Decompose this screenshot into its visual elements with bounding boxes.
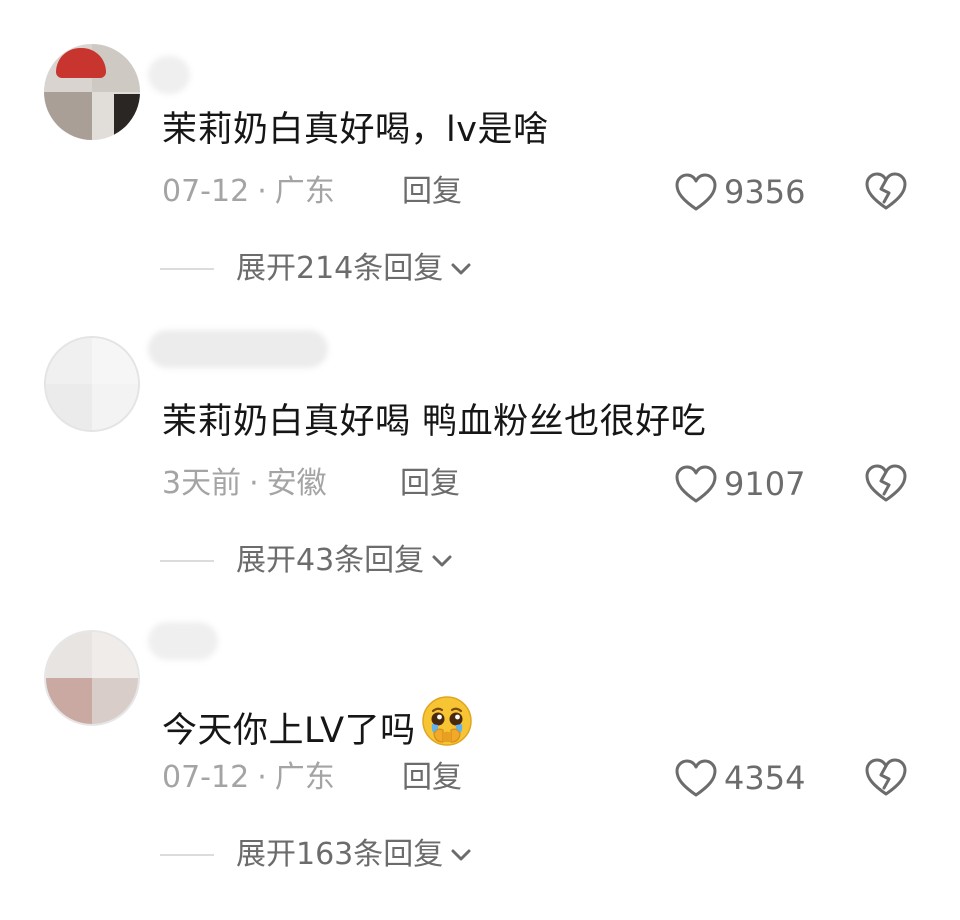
expand-replies-label: 展开43条回复 (236, 543, 425, 578)
comment-text: 茉莉奶白真好喝，lv是啥 (162, 110, 549, 150)
comment-date: 3天前 (162, 466, 242, 501)
username-blurred[interactable] (148, 330, 328, 368)
like-count: 9107 (724, 465, 806, 503)
heart-outline-icon (675, 759, 717, 797)
heart-outline-icon (675, 465, 717, 503)
comment-item: 茉莉奶白真好喝，lv是啥 07-12 · 广东 回复 9356 展开214条回复 (0, 44, 960, 334)
like-button[interactable]: 9107 (674, 460, 805, 508)
like-button[interactable]: 4354 (674, 754, 805, 802)
meta-separator: · (257, 174, 267, 209)
chevron-down-icon (451, 849, 471, 861)
reply-button[interactable]: 回复 (402, 758, 462, 798)
like-button[interactable]: 9356 (674, 168, 805, 216)
meta-separator: · (249, 466, 259, 501)
dislike-button[interactable] (864, 170, 908, 212)
chevron-down-icon (451, 263, 471, 275)
avatar[interactable] (44, 630, 140, 726)
reply-button[interactable]: 回复 (402, 172, 462, 212)
avatar[interactable] (44, 44, 140, 140)
like-count: 9356 (724, 173, 806, 211)
comment-item: 茉莉奶白真好喝 鸭血粉丝也很好吃 3天前 · 安徽 回复 9107 展开43条回复 (0, 330, 960, 626)
divider-line (160, 854, 214, 856)
comment-meta: 07-12 · 广东 (162, 758, 335, 798)
comment-location: 安徽 (266, 466, 327, 501)
dislike-button[interactable] (864, 462, 908, 504)
heart-outline-icon (675, 173, 717, 211)
divider-line (160, 268, 214, 270)
reply-button[interactable]: 回复 (400, 464, 460, 504)
comment-meta: 07-12 · 广东 (162, 172, 335, 212)
divider-line (160, 560, 214, 562)
username-blurred[interactable] (148, 56, 190, 94)
comment-location: 广东 (274, 760, 335, 795)
expand-replies-button[interactable]: 展开214条回复 (160, 248, 475, 290)
broken-heart-icon (865, 172, 907, 210)
like-count: 4354 (724, 759, 806, 797)
comment-text: 茉莉奶白真好喝 鸭血粉丝也很好吃 (162, 402, 707, 442)
chevron-down-icon (432, 555, 452, 567)
pleading-face-emoji (421, 696, 472, 746)
comment-item: 今天你上LV了吗 07-12 · 广东 回复 4354 展开163条回复 (0, 622, 960, 920)
username-blurred[interactable] (148, 622, 218, 660)
avatar[interactable] (44, 336, 140, 432)
comment-date: 07-12 (162, 760, 250, 795)
expand-replies-button[interactable]: 展开43条回复 (160, 540, 456, 582)
meta-separator: · (257, 760, 267, 795)
comment-location: 广东 (274, 174, 335, 209)
comment-date: 07-12 (162, 174, 250, 209)
expand-replies-button[interactable]: 展开163条回复 (160, 834, 475, 876)
comment-text-content: 今天你上LV了吗 (162, 711, 416, 751)
comment-text: 今天你上LV了吗 (162, 694, 474, 753)
dislike-button[interactable] (864, 756, 908, 798)
comment-meta: 3天前 · 安徽 (162, 464, 327, 504)
expand-replies-label: 展开214条回复 (236, 251, 444, 286)
broken-heart-icon (865, 758, 907, 796)
expand-replies-label: 展开163条回复 (236, 837, 444, 872)
broken-heart-icon (865, 464, 907, 502)
